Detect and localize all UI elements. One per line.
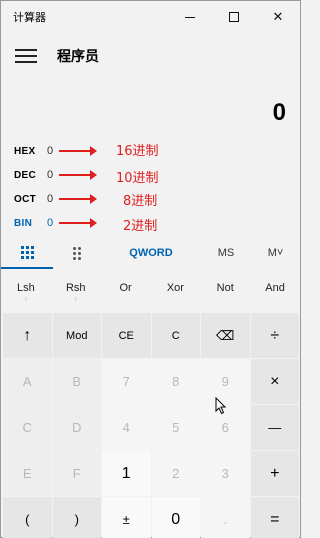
- dropdown-arrow-icon: ↑: [73, 295, 78, 304]
- hamburger-menu-icon[interactable]: [15, 49, 37, 63]
- backspace-button[interactable]: ⌫: [201, 313, 250, 358]
- radix-value: 0: [47, 193, 54, 205]
- shift-button[interactable]: ↑: [3, 313, 52, 358]
- lsh-button[interactable]: Lsh ↑: [1, 277, 51, 311]
- and-button[interactable]: And: [250, 277, 300, 311]
- key-label: Xor: [166, 282, 184, 294]
- radix-list: HEX 0 16进制 DEC 0 10进制 OCT 0 8进制 BIN 0 2进…: [1, 139, 300, 235]
- digit-3-button[interactable]: 3: [201, 451, 250, 496]
- subtract-button[interactable]: —: [250, 405, 299, 450]
- minimize-icon: [185, 16, 195, 18]
- maximize-icon: [229, 12, 239, 22]
- keypad-tabs: QWORD MS M˅: [1, 237, 300, 269]
- key-label: Rsh: [65, 282, 86, 294]
- hex-b-button[interactable]: B: [52, 359, 101, 404]
- add-button[interactable]: +: [250, 451, 299, 496]
- clear-button[interactable]: C: [151, 313, 200, 358]
- memory-store-button[interactable]: MS: [201, 237, 251, 269]
- maximize-button[interactable]: [212, 1, 256, 33]
- app-title: 计算器: [13, 11, 46, 24]
- hex-a-button[interactable]: A: [3, 359, 52, 404]
- radix-row-hex[interactable]: HEX 0 16进制: [1, 139, 300, 163]
- xor-button[interactable]: Xor: [150, 277, 200, 311]
- key-label: Or: [119, 282, 132, 294]
- radix-value: 0: [47, 169, 54, 181]
- key-label: And: [265, 282, 285, 294]
- radix-name: OCT: [14, 193, 37, 205]
- mod-button[interactable]: Mod: [52, 313, 101, 358]
- annotation-arrow-icon: [59, 218, 97, 228]
- word-size-button[interactable]: QWORD: [101, 237, 201, 269]
- close-button[interactable]: ✕: [256, 1, 300, 33]
- keypad: ↑ Mod CE C ⌫ ÷ A B 7 8 9 × C D 4 5 6 — E…: [3, 313, 299, 538]
- calculator-window: 计算器 ✕ 程序员 0 HEX 0 16进制 DEC 0 10进制 OCT 0 …: [0, 0, 301, 538]
- digit-1-button[interactable]: 1: [102, 451, 151, 496]
- close-icon: ✕: [272, 9, 284, 25]
- annotation-arrow-icon: [59, 194, 97, 204]
- divide-button[interactable]: ÷: [250, 313, 299, 358]
- negate-button[interactable]: ±: [102, 497, 151, 538]
- multiply-button[interactable]: ×: [250, 359, 299, 404]
- hex-f-button[interactable]: F: [52, 451, 101, 496]
- radix-row-oct[interactable]: OCT 0 8进制: [1, 187, 300, 211]
- digit-2-button[interactable]: 2: [151, 451, 200, 496]
- radix-row-dec[interactable]: DEC 0 10进制: [1, 163, 300, 187]
- equals-button[interactable]: =: [250, 497, 299, 538]
- hex-e-button[interactable]: E: [3, 451, 52, 496]
- bitwise-row: Lsh ↑ Rsh ↑ Or Xor Not And: [1, 277, 300, 311]
- key-label: Not: [216, 282, 234, 294]
- minimize-button[interactable]: [168, 1, 212, 33]
- digit-0-button[interactable]: 0: [151, 497, 200, 538]
- digit-4-button[interactable]: 4: [102, 405, 151, 450]
- bit-toggle-icon: [73, 246, 81, 260]
- not-button[interactable]: Not: [200, 277, 250, 311]
- keypad-grid-icon: [20, 245, 34, 259]
- annotation-arrow-icon: [59, 146, 97, 156]
- digit-5-button[interactable]: 5: [151, 405, 200, 450]
- radix-value: 0: [47, 145, 54, 157]
- annotation-note: 16进制: [116, 144, 159, 159]
- radix-name: DEC: [14, 169, 37, 181]
- right-paren-button[interactable]: ): [52, 497, 101, 538]
- annotation-note: 2进制: [123, 219, 158, 234]
- rsh-button[interactable]: Rsh ↑: [51, 277, 101, 311]
- annotation-note: 10进制: [116, 171, 159, 186]
- clear-entry-button[interactable]: CE: [102, 313, 151, 358]
- radix-value: 0: [47, 217, 54, 229]
- mode-title: 程序员: [57, 49, 99, 65]
- hex-d-button[interactable]: D: [52, 405, 101, 450]
- or-button[interactable]: Or: [101, 277, 151, 311]
- radix-name: HEX: [14, 145, 36, 157]
- backspace-icon: ⌫: [216, 327, 235, 343]
- left-paren-button[interactable]: (: [3, 497, 52, 538]
- hex-c-button[interactable]: C: [3, 405, 52, 450]
- mouse-cursor-icon: [215, 397, 227, 415]
- key-label: Lsh: [17, 282, 35, 294]
- tab-bit-toggling[interactable]: [53, 237, 101, 269]
- radix-name: BIN: [14, 217, 33, 229]
- annotation-note: 8进制: [123, 194, 158, 209]
- title-bar: 计算器 ✕: [1, 1, 300, 33]
- tab-full-keypad[interactable]: [1, 237, 53, 269]
- memory-menu-button[interactable]: M˅: [251, 237, 300, 269]
- digit-7-button[interactable]: 7: [102, 359, 151, 404]
- radix-row-bin[interactable]: BIN 0 2进制: [1, 211, 300, 235]
- dropdown-arrow-icon: ↑: [23, 295, 28, 304]
- display-value: 0: [272, 99, 286, 126]
- digit-8-button[interactable]: 8: [151, 359, 200, 404]
- decimal-button[interactable]: .: [201, 497, 250, 538]
- annotation-arrow-icon: [59, 170, 97, 180]
- calculator-header: 程序员: [1, 39, 300, 73]
